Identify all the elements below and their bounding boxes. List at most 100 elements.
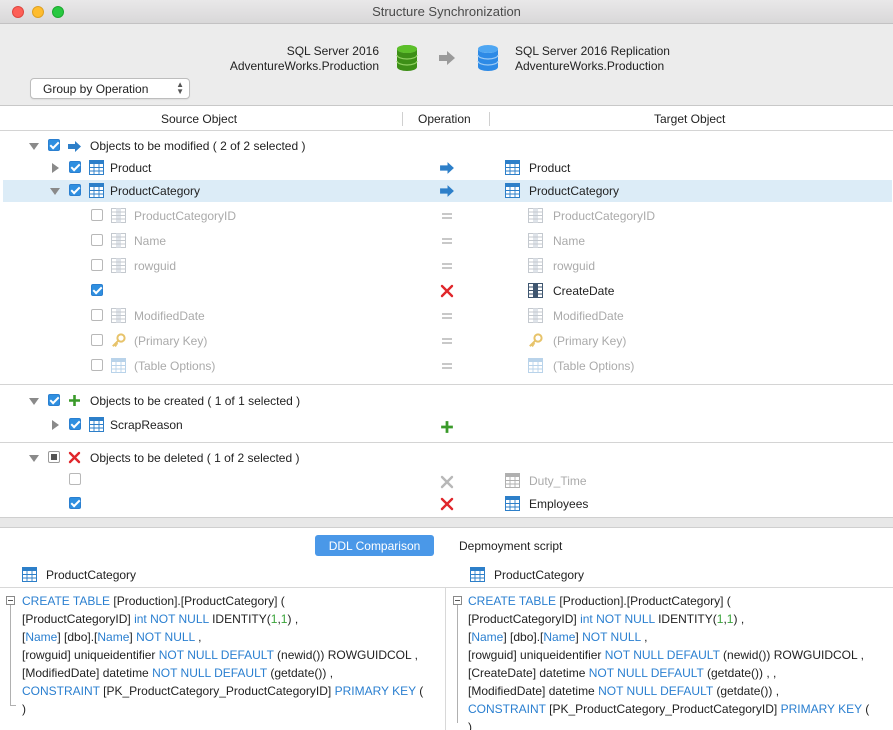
tree-row-table-options[interactable]: (Table Options) (Table Options) (3, 355, 892, 377)
row-checkbox[interactable] (91, 259, 103, 271)
group-created-checkbox[interactable] (48, 394, 60, 406)
code-line: ) (22, 702, 26, 716)
source-object-name: Name (134, 234, 167, 248)
row-checkbox[interactable] (69, 473, 81, 485)
source-connection: SQL Server 2016 AdventureWorks.Productio… (230, 44, 379, 74)
source-database: AdventureWorks.Production (229, 59, 379, 73)
group-row-deleted[interactable]: Objects to be deleted ( 1 of 2 selected … (3, 447, 892, 469)
group-row-created[interactable]: Objects to be created ( 1 of 1 selected … (3, 390, 892, 412)
remove-icon (440, 284, 454, 298)
source-server: SQL Server 2016 (286, 44, 379, 58)
expand-triangle-icon[interactable] (52, 163, 59, 173)
target-object-header[interactable]: Target Object (654, 112, 725, 126)
tab-deployment-script[interactable]: Depmoyment script (459, 539, 562, 553)
tree-row-column[interactable]: Name Name (3, 230, 892, 252)
fold-toggle-icon[interactable] (453, 596, 462, 605)
tree-row-column[interactable]: ProductCategoryID ProductCategoryID (3, 205, 892, 227)
source-object-name: ProductCategoryID (134, 209, 237, 223)
row-checkbox[interactable] (69, 497, 81, 509)
key-icon (112, 333, 126, 348)
table-icon (89, 417, 104, 432)
table-icon (505, 473, 520, 488)
modify-arrow-icon (440, 185, 454, 197)
expand-triangle-icon[interactable] (52, 420, 59, 430)
tree-row-primary-key[interactable]: (Primary Key) (Primary Key) (3, 330, 892, 352)
collapse-triangle-icon[interactable] (29, 143, 39, 150)
tree-row-scrapreason[interactable]: ScrapReason (3, 414, 892, 436)
add-icon (69, 395, 80, 406)
target-object-name: (Table Options) (553, 359, 635, 373)
collapse-triangle-icon[interactable] (50, 188, 60, 195)
group-row-modified[interactable]: Objects to be modified ( 2 of 2 selected… (3, 135, 892, 157)
delete-icon (68, 451, 81, 464)
code-line: [Name] [dbo].[Name] NOT NULL , (22, 630, 202, 644)
row-checkbox[interactable] (91, 234, 103, 246)
table-icon (505, 183, 520, 198)
column-icon (528, 283, 543, 298)
source-object-name: (Table Options) (134, 359, 216, 373)
code-line: [ModifiedDate] datetime NOT NULL DEFAULT… (468, 684, 780, 698)
code-line: CONSTRAINT [PK_ProductCategory_ProductCa… (468, 702, 870, 716)
code-line: [ProductCategoryID] int NOT NULL IDENTIT… (22, 612, 299, 626)
row-checkbox[interactable] (91, 309, 103, 321)
group-modified-count: ( 2 of 2 selected ) (212, 139, 306, 153)
column-icon (111, 208, 126, 223)
section-divider (0, 442, 893, 443)
target-server: SQL Server 2016 Replication (515, 44, 670, 58)
ddl-source-pane[interactable]: CREATE TABLE [Production].[ProductCatego… (0, 588, 446, 730)
ddl-target-pane[interactable]: CREATE TABLE [Production].[ProductCatego… (447, 588, 893, 730)
row-checkbox[interactable] (69, 418, 81, 430)
table-icon (505, 496, 520, 511)
target-object-name: (Primary Key) (553, 334, 627, 348)
splitter[interactable] (0, 517, 893, 528)
equal-icon (442, 213, 452, 219)
select-stepper-icon: ▲ ▼ (176, 80, 184, 96)
collapse-triangle-icon[interactable] (29, 398, 39, 405)
group-deleted-checkbox[interactable] (48, 451, 60, 463)
table-options-icon (111, 358, 126, 373)
operation-header[interactable]: Operation (418, 112, 471, 126)
ddl-header: ProductCategory ProductCategory (0, 562, 893, 588)
source-object-header[interactable]: Source Object (161, 112, 237, 126)
equal-icon (442, 363, 452, 369)
fold-guide (457, 605, 458, 723)
code-line: [CreateDate] datetime NOT NULL DEFAULT (… (468, 666, 777, 680)
source-object-name: (Primary Key) (134, 334, 208, 348)
collapse-triangle-icon[interactable] (29, 455, 39, 462)
group-deleted-count: ( 1 of 2 selected ) (206, 451, 300, 465)
tab-ddl-comparison[interactable]: DDL Comparison (315, 535, 434, 556)
row-checkbox[interactable] (69, 161, 81, 173)
tree-row-duty-time[interactable]: Duty_Time (3, 469, 892, 491)
row-checkbox[interactable] (91, 284, 103, 296)
row-checkbox[interactable] (91, 209, 103, 221)
tree-row-productcategory[interactable]: ProductCategory ProductCategory (3, 180, 892, 202)
fold-guide-end (10, 705, 16, 706)
column-headers: Source Object Operation Target Object (0, 107, 893, 131)
code-line: [rowguid] uniqueidentifier NOT NULL DEFA… (468, 648, 864, 662)
connection-header: SQL Server 2016 AdventureWorks.Productio… (0, 24, 893, 106)
row-checkbox[interactable] (91, 334, 103, 346)
fold-toggle-icon[interactable] (6, 596, 15, 605)
column-divider (402, 112, 403, 126)
group-modified-checkbox[interactable] (48, 139, 60, 151)
group-created-count: ( 1 of 1 selected ) (207, 394, 301, 408)
tree-row-employees[interactable]: Employees (3, 493, 892, 515)
column-icon (111, 308, 126, 323)
tree-row-column[interactable]: CreateDate (3, 280, 892, 302)
row-checkbox[interactable] (69, 184, 81, 196)
target-database: AdventureWorks.Production (515, 59, 665, 73)
modify-arrow-icon (68, 141, 81, 152)
equal-icon (442, 338, 452, 344)
row-checkbox[interactable] (91, 359, 103, 371)
column-icon (528, 308, 543, 323)
target-object-name: Product (529, 161, 571, 175)
tree-row-column[interactable]: ModifiedDate ModifiedDate (3, 305, 892, 327)
tree-row-column[interactable]: rowguid rowguid (3, 255, 892, 277)
tree-row-product[interactable]: Product Product (3, 157, 892, 179)
code-line: CONSTRAINT [PK_ProductCategory_ProductCa… (22, 684, 424, 698)
column-icon (528, 208, 543, 223)
code-line: [Name] [dbo].[Name] NOT NULL , (468, 630, 648, 644)
group-created-label: Objects to be created (90, 394, 205, 408)
group-by-select[interactable]: Group by Operation ▲ ▼ (30, 78, 190, 99)
ddl-right-title: ProductCategory (494, 568, 585, 582)
